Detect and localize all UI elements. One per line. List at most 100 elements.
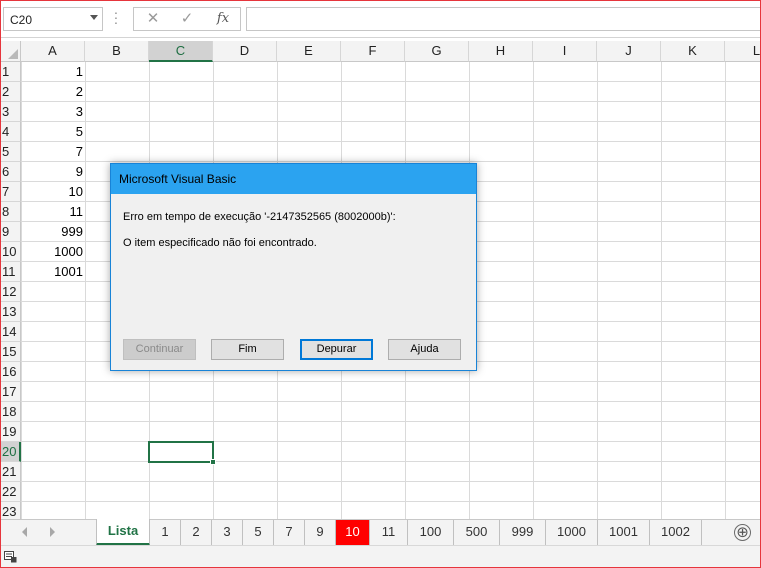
column-header-b[interactable]: B bbox=[85, 41, 149, 62]
grid-line bbox=[21, 401, 761, 402]
cell-a11[interactable]: 1001 bbox=[21, 262, 85, 282]
row-header-7[interactable]: 7 bbox=[0, 182, 21, 202]
sheet-tab-lista[interactable]: Lista bbox=[96, 519, 150, 546]
row-header-23[interactable]: 23 bbox=[0, 502, 21, 519]
grid-line bbox=[21, 421, 761, 422]
cell-a10[interactable]: 1000 bbox=[21, 242, 85, 262]
sheet-tab-1002[interactable]: 1002 bbox=[650, 520, 702, 545]
row-header-12[interactable]: 12 bbox=[0, 282, 21, 302]
cell-a5[interactable]: 7 bbox=[21, 142, 85, 162]
sheet-tab-1000[interactable]: 1000 bbox=[546, 520, 598, 545]
sheet-tab-2[interactable]: 2 bbox=[181, 520, 212, 545]
row-header-18[interactable]: 18 bbox=[0, 402, 21, 422]
sheet-tab-10[interactable]: 10 bbox=[336, 520, 370, 545]
column-header-c[interactable]: C bbox=[149, 41, 213, 62]
dialog-title[interactable]: Microsoft Visual Basic bbox=[111, 164, 476, 194]
row-header-17[interactable]: 17 bbox=[0, 382, 21, 402]
macro-recording-icon[interactable] bbox=[4, 551, 17, 563]
grid-line bbox=[21, 461, 761, 462]
grid-line bbox=[597, 62, 598, 519]
sheet-tab-11[interactable]: 11 bbox=[370, 520, 408, 545]
cell-a9[interactable]: 999 bbox=[21, 222, 85, 242]
sheet-tab-1001[interactable]: 1001 bbox=[598, 520, 650, 545]
grid-line bbox=[21, 101, 761, 102]
row-header-20[interactable]: 20 bbox=[0, 442, 21, 462]
tab-scroll-left-icon[interactable] bbox=[22, 527, 27, 537]
sheet-tab-5[interactable]: 5 bbox=[243, 520, 274, 545]
row-header-3[interactable]: 3 bbox=[0, 102, 21, 122]
grid-line bbox=[21, 441, 761, 442]
end-button[interactable]: Fim bbox=[211, 339, 284, 360]
row-header-9[interactable]: 9 bbox=[0, 222, 21, 242]
cell-a2[interactable]: 2 bbox=[21, 82, 85, 102]
cell-a8[interactable]: 11 bbox=[21, 202, 85, 222]
row-header-22[interactable]: 22 bbox=[0, 482, 21, 502]
row-header-8[interactable]: 8 bbox=[0, 202, 21, 222]
row-header-13[interactable]: 13 bbox=[0, 302, 21, 322]
cell-a7[interactable]: 10 bbox=[21, 182, 85, 202]
name-box-value: C20 bbox=[10, 13, 33, 27]
column-header-e[interactable]: E bbox=[277, 41, 341, 62]
grid-line bbox=[21, 161, 761, 162]
column-header-f[interactable]: F bbox=[341, 41, 405, 62]
grid-line bbox=[725, 62, 726, 519]
tab-scroll-right-icon[interactable] bbox=[50, 527, 55, 537]
grid-line bbox=[85, 62, 86, 519]
grid-line bbox=[21, 481, 761, 482]
column-header-k[interactable]: K bbox=[661, 41, 725, 62]
select-all-icon bbox=[8, 49, 18, 59]
row-header-4[interactable]: 4 bbox=[0, 122, 21, 142]
continue-button: Continuar bbox=[123, 339, 196, 360]
insert-function-icon[interactable]: fx bbox=[212, 10, 234, 28]
column-header-j[interactable]: J bbox=[597, 41, 661, 62]
row-header-10[interactable]: 10 bbox=[0, 242, 21, 262]
row-header-16[interactable]: 16 bbox=[0, 362, 21, 382]
sheet-tab-3[interactable]: 3 bbox=[212, 520, 243, 545]
sheet-tab-999[interactable]: 999 bbox=[500, 520, 546, 545]
cell-a4[interactable]: 5 bbox=[21, 122, 85, 142]
sheet-tab-7[interactable]: 7 bbox=[274, 520, 305, 545]
row-header-2[interactable]: 2 bbox=[0, 82, 21, 102]
sheet-tab-9[interactable]: 9 bbox=[305, 520, 336, 545]
grid-line bbox=[21, 141, 761, 142]
cancel-icon[interactable]: ✕ bbox=[142, 10, 164, 28]
formula-bar: C20 · · · ✕ ✓ fx bbox=[0, 0, 761, 38]
cell-a1[interactable]: 1 bbox=[21, 62, 85, 82]
row-header-15[interactable]: 15 bbox=[0, 342, 21, 362]
formula-input[interactable] bbox=[246, 7, 761, 31]
row-header-14[interactable]: 14 bbox=[0, 322, 21, 342]
sheet-tab-500[interactable]: 500 bbox=[454, 520, 500, 545]
chevron-down-icon[interactable] bbox=[90, 15, 98, 20]
vba-error-dialog: Microsoft Visual Basic Erro em tempo de … bbox=[110, 163, 477, 371]
column-header-h[interactable]: H bbox=[469, 41, 533, 62]
name-box[interactable]: C20 bbox=[3, 7, 103, 31]
sheet-tab-1[interactable]: 1 bbox=[150, 520, 181, 545]
enter-icon[interactable]: ✓ bbox=[176, 10, 198, 28]
grid-line bbox=[21, 121, 761, 122]
grid-line bbox=[21, 501, 761, 502]
sheet-tab-100[interactable]: 100 bbox=[408, 520, 454, 545]
column-header-i[interactable]: I bbox=[533, 41, 597, 62]
selected-cell-c20[interactable] bbox=[148, 441, 216, 465]
column-header-d[interactable]: D bbox=[213, 41, 277, 62]
column-header-g[interactable]: G bbox=[405, 41, 469, 62]
row-header-1[interactable]: 1 bbox=[0, 62, 21, 82]
row-header-19[interactable]: 19 bbox=[0, 422, 21, 442]
debug-button[interactable]: Depurar bbox=[300, 339, 373, 360]
fill-handle[interactable] bbox=[210, 459, 216, 465]
row-header-21[interactable]: 21 bbox=[0, 462, 21, 482]
grid-line bbox=[21, 81, 761, 82]
formula-buttons: ✕ ✓ fx bbox=[133, 7, 241, 31]
add-sheet-icon[interactable]: ⊕ bbox=[734, 524, 751, 541]
cell-a6[interactable]: 9 bbox=[21, 162, 85, 182]
column-header-a[interactable]: A bbox=[21, 41, 85, 62]
row-header-6[interactable]: 6 bbox=[0, 162, 21, 182]
cell-a3[interactable]: 3 bbox=[21, 102, 85, 122]
row-header-11[interactable]: 11 bbox=[0, 262, 21, 282]
help-button[interactable]: Ajuda bbox=[388, 339, 461, 360]
status-bar bbox=[0, 545, 761, 568]
select-all-button[interactable] bbox=[0, 41, 21, 62]
drag-handle-icon[interactable]: · · · bbox=[113, 5, 119, 29]
row-header-5[interactable]: 5 bbox=[0, 142, 21, 162]
column-header-l[interactable]: L bbox=[725, 41, 761, 62]
